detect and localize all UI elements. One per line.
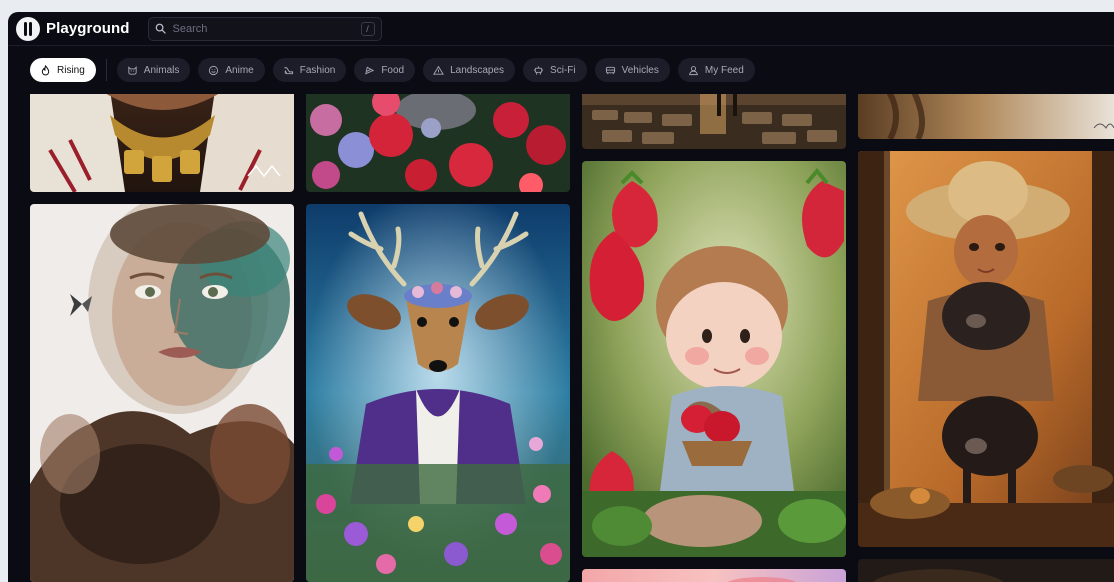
filter-chip-animals[interactable]: Animals (116, 58, 191, 82)
search-input[interactable] (172, 22, 361, 35)
logo[interactable]: Playground (16, 16, 130, 41)
filter-chip-label: Vehicles (621, 64, 659, 76)
gallery-image-girl-hat-pigs[interactable] (858, 151, 1114, 547)
top-bar: Playground / (8, 12, 1114, 46)
flame-icon (41, 64, 50, 75)
brand-name: Playground (46, 20, 130, 37)
filter-chip-label: Landscapes (450, 64, 505, 76)
filter-chip-rising[interactable]: Rising (30, 58, 96, 82)
car-icon (605, 66, 615, 74)
playground-logo-icon (16, 16, 40, 41)
filter-chip-label: Food (381, 64, 405, 76)
filter-chip-fashion[interactable]: Fashion (272, 58, 347, 82)
search-box[interactable]: / (147, 16, 382, 41)
filter-chip-label: Fashion (299, 64, 336, 76)
robot-icon (533, 65, 544, 75)
gallery-image-deer-purple-coat[interactable] (306, 204, 570, 582)
category-filter-bar: Rising Animals Anime Fashion Food Landsc… (8, 46, 1114, 94)
search-icon (155, 23, 166, 34)
search-shortcut-hint: / (360, 21, 375, 36)
smile-icon (209, 65, 219, 75)
filter-chip-my-feed[interactable]: My Feed (677, 58, 755, 82)
gallery-image-sunset-sky[interactable] (582, 569, 846, 582)
image-gallery-grid (8, 94, 1114, 582)
gallery-image-red-flowers[interactable] (306, 94, 570, 192)
gallery-image-watercolor-woman[interactable] (30, 204, 294, 582)
app-window: Playground / Rising Animals Anime Fashio… (8, 12, 1114, 582)
filter-chip-label: Sci-Fi (550, 64, 576, 76)
filter-chip-food[interactable]: Food (354, 58, 416, 82)
filter-chip-label: Anime (225, 64, 254, 76)
cat-icon (128, 65, 137, 75)
gallery-image-cobblestone-path[interactable] (582, 94, 846, 149)
filter-chip-sci-fi[interactable]: Sci-Fi (523, 58, 587, 82)
filter-chip-label: Animals (143, 64, 180, 76)
user-icon (689, 65, 698, 75)
filter-chip-anime[interactable]: Anime (198, 58, 265, 82)
gallery-image-partial-top-right[interactable] (858, 94, 1114, 139)
filter-chip-label: Rising (57, 64, 85, 76)
filter-divider (105, 59, 107, 81)
filter-chip-landscapes[interactable]: Landscapes (423, 58, 516, 82)
gallery-image-woman-necklace[interactable] (30, 94, 294, 192)
mountain-icon (433, 65, 445, 75)
filter-chip-vehicles[interactable]: Vehicles (594, 58, 670, 82)
cake-icon (365, 66, 375, 74)
gallery-image-dark-bottom-right[interactable] (858, 559, 1114, 582)
gallery-image-child-strawberries[interactable] (582, 161, 846, 557)
filter-chip-label: My Feed (704, 64, 744, 76)
heel-icon (284, 66, 293, 74)
